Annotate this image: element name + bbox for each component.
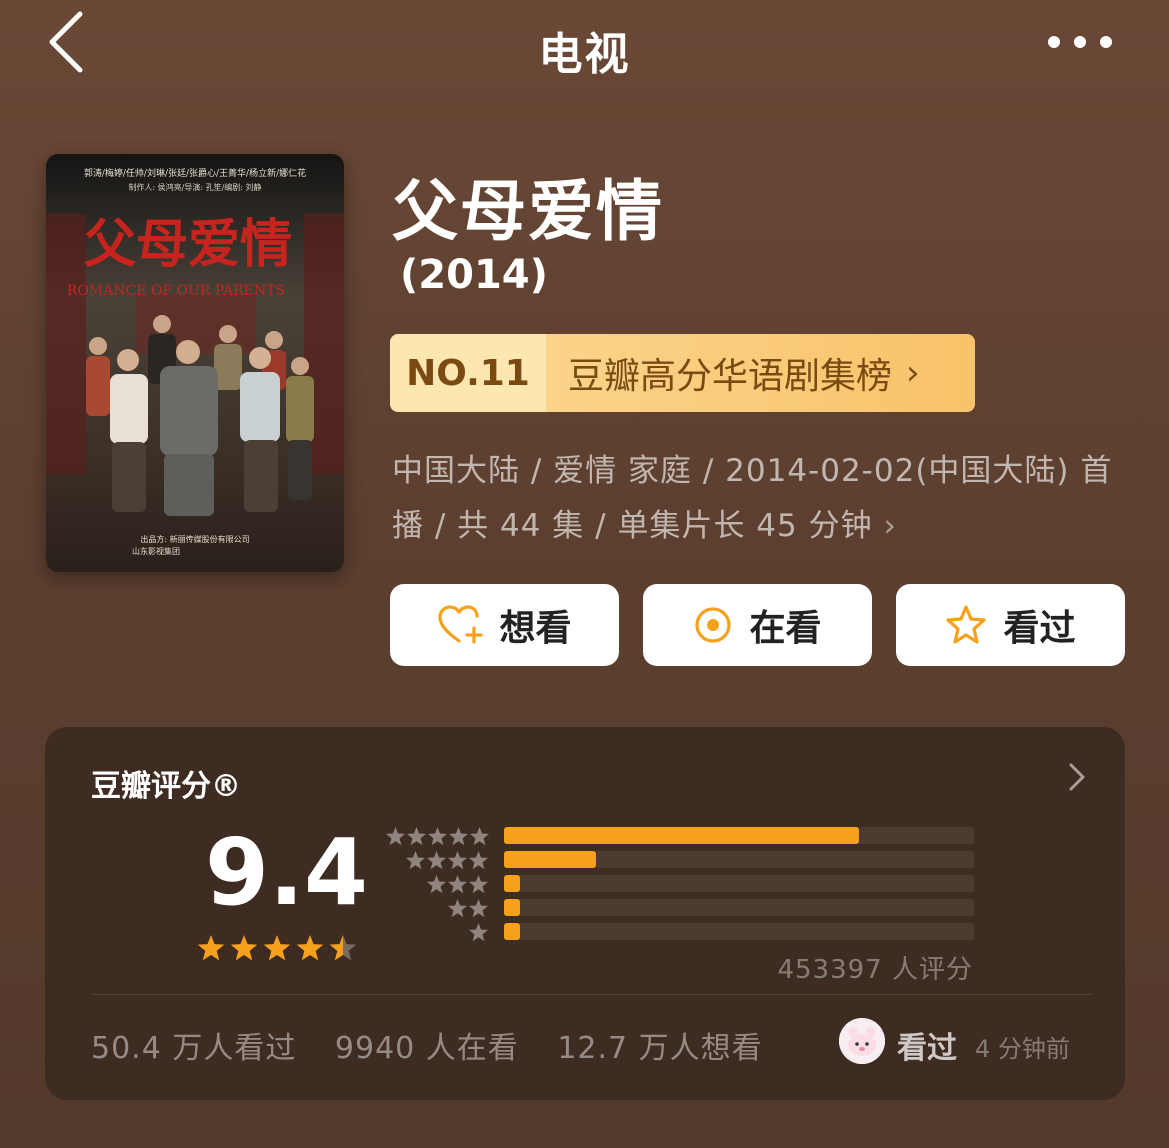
distribution-star: [468, 899, 489, 918]
poster-crew: 制作人: 侯鸿亮/导演: 孔笙/编剧: 刘静: [128, 182, 261, 192]
watched-count: 50.4 万人看过: [91, 1031, 297, 1066]
bar-fill-2-star: [504, 899, 521, 916]
distribution-star: [406, 827, 427, 846]
star-outline-icon: [946, 605, 987, 644]
one-star-icon: [468, 923, 489, 942]
chevron-right-icon[interactable]: [1061, 759, 1091, 795]
poster-image[interactable]: 郭涛/梅婷/任帅/刘琳/张廷/张爵心/王菁华/杨立新/娜仁花 制作人: 侯鸿亮/…: [46, 154, 344, 572]
poster-title: 父母爱情: [84, 214, 292, 275]
poster-producer-2: 山东影视集团: [132, 546, 180, 556]
bar-fill-4-star: [504, 851, 596, 868]
distribution-star: [468, 875, 489, 894]
bar-track: [504, 827, 974, 844]
meta-text: 中国大陆 / 爱情 家庭 / 2014-02-02(中国大陆) 首播 / 共 4…: [392, 453, 1113, 544]
heart-plus-icon: [438, 605, 484, 644]
ranking-label: 豆瓣高分华语剧集榜: [568, 356, 893, 397]
rating-star: [296, 935, 324, 961]
page-title: 电视: [538, 29, 631, 80]
avatar[interactable]: [839, 1018, 885, 1064]
show-year: (2014): [400, 252, 548, 298]
top-navigation: 电视: [0, 0, 1169, 90]
show-meta-info[interactable]: 中国大陆 / 爱情 家庭 / 2014-02-02(中国大陆) 首播 / 共 4…: [392, 444, 1132, 554]
recent-time: 4 分钟前: [975, 1035, 1070, 1063]
distribution-star: [447, 899, 468, 918]
ranking-number: NO.11: [390, 334, 546, 412]
chevron-right-icon: ›: [883, 508, 897, 544]
show-title: 父母爱情: [392, 173, 664, 250]
rating-stars: [197, 935, 357, 961]
watching-button[interactable]: 在看: [643, 584, 872, 666]
poster-producer-1: 出品方: 新丽传媒股份有限公司: [140, 534, 249, 544]
watching-count: 9940 人在看: [334, 1031, 519, 1066]
raters-count: 453397 人评分: [777, 955, 973, 985]
bar-track: [504, 923, 974, 940]
rating-star: [197, 935, 225, 961]
distribution-star: [405, 851, 426, 870]
rating-star: [230, 935, 258, 961]
two-star-icons: [447, 899, 489, 918]
watch-stats: 50.4 万人看过 9940 人在看 12.7 万人想看: [91, 1023, 791, 1067]
watched-button[interactable]: 看过: [896, 584, 1125, 666]
distribution-star: [426, 851, 447, 870]
distribution-star: [447, 851, 468, 870]
more-options-icon[interactable]: [1046, 28, 1116, 56]
bar-track: [504, 851, 974, 868]
want-to-watch-button[interactable]: 想看: [390, 584, 619, 666]
bar-track: [504, 875, 974, 892]
chevron-right-icon: ›: [906, 353, 920, 393]
distribution-star: [468, 851, 489, 870]
bar-track: [504, 899, 974, 916]
bar-fill-3-star: [504, 875, 521, 892]
bar-fill-5-star: [504, 827, 859, 844]
want-label: 想看: [499, 608, 572, 649]
rating-card-title: 豆瓣评分®: [91, 769, 241, 804]
rating-card: 豆瓣评分® 9.4 453397 人评分 50.4 万人看过 9940 人在看 …: [45, 727, 1125, 1100]
watched-label: 看过: [1003, 608, 1076, 649]
four-star-icons: [405, 851, 489, 870]
distribution-star: [468, 923, 489, 942]
target-icon: [695, 607, 732, 643]
distribution-star: [385, 827, 406, 846]
distribution-star: [427, 827, 448, 846]
distribution-star: [447, 875, 468, 894]
rating-score: 9.4: [205, 819, 368, 926]
recent-status: 看过: [897, 1031, 957, 1066]
poster-title-en: ROMANCE OF OUR PARENTS: [67, 283, 285, 299]
divider: [91, 994, 1093, 995]
five-star-icons: [385, 827, 489, 846]
poster-cast: 郭涛/梅婷/任帅/刘琳/张廷/张爵心/王菁华/杨立新/娜仁花: [84, 167, 306, 179]
three-star-icons: [426, 875, 489, 894]
distribution-star: [469, 827, 489, 846]
ranking-banner[interactable]: NO.11 豆瓣高分华语剧集榜 ›: [390, 334, 975, 412]
watching-label: 在看: [749, 608, 822, 649]
bar-fill-1-star: [504, 923, 521, 940]
rating-star: [263, 935, 291, 961]
distribution-star: [448, 827, 469, 846]
ranking-label-container: 豆瓣高分华语剧集榜 ›: [546, 334, 975, 412]
distribution-star: [426, 875, 447, 894]
want-count: 12.7 万人想看: [557, 1031, 763, 1066]
